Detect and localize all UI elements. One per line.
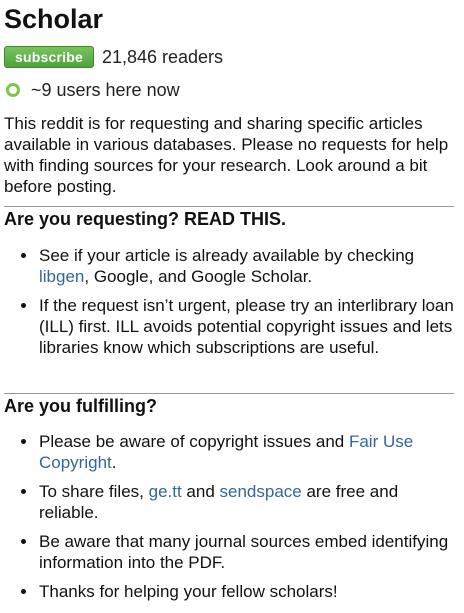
requesting-heading: Are you requesting? READ THIS. [4, 209, 287, 229]
online-indicator-icon [6, 83, 20, 97]
fulfilling-heading: Are you fulfilling? [4, 396, 157, 416]
subscribe-row: subscribe 21,846 readers [4, 46, 223, 68]
list-item: Thanks for helping your fellow scholars! [38, 581, 456, 602]
online-users-count: ~9 users here now [31, 79, 180, 100]
list-item: Be aware that many journal sources embed… [38, 531, 456, 573]
subreddit-title[interactable]: Scholar [4, 3, 103, 35]
list-item: If the request isn’t urgent, please try … [38, 295, 456, 358]
sendspace-link[interactable]: sendspace [220, 482, 302, 501]
list-item-text: . [111, 453, 117, 472]
requesting-list: See if your article is already available… [0, 245, 456, 366]
online-users-row: ~9 users here now [6, 79, 180, 101]
list-item: Please be aware of copyright issues and … [38, 431, 456, 473]
ge-tt-link[interactable]: ge.tt [149, 482, 182, 501]
list-item-text: , Google, and Google Scholar. [84, 267, 313, 286]
subscribe-button[interactable]: subscribe [4, 46, 94, 68]
reader-count: 21,846 readers [101, 46, 224, 67]
divider [4, 393, 454, 394]
list-item: To share files, ge.tt and sendspace are … [38, 481, 456, 523]
sidebar-description: This reddit is for requesting and sharin… [4, 114, 449, 196]
list-item-text: and [181, 482, 220, 501]
fulfilling-list: Please be aware of copyright issues and … [0, 431, 456, 610]
subreddit-sidebar: Scholar subscribe 21,846 readers ~9 user… [0, 0, 464, 613]
list-item: See if your article is already available… [38, 245, 456, 287]
list-item-text: Please be aware of copyright issues and [39, 432, 349, 451]
divider [4, 206, 454, 207]
libgen-link[interactable]: libgen [39, 267, 84, 286]
list-item-text: See if your article is already available… [39, 246, 415, 265]
list-item-text: To share files, [39, 482, 149, 501]
